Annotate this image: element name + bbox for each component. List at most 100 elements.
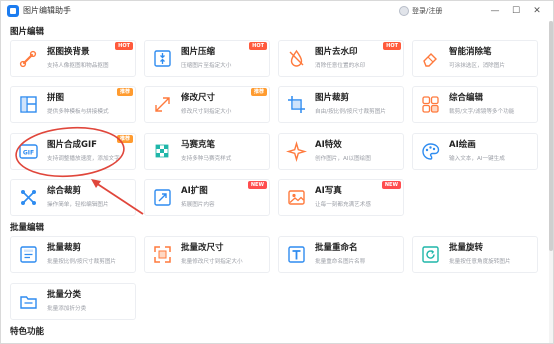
tool-desc: 批量重命名图片名称 [315, 259, 366, 265]
tool-desc: 批量按任意角度旋转图片 [449, 259, 511, 265]
resize-icon [155, 97, 170, 112]
tool-desc: 支持多种马赛克样式 [181, 156, 232, 162]
tool-card-eraser-pen[interactable]: 智能消除笔 可涂抹选区，消除图片 [412, 40, 538, 77]
tool-desc: 批量按比例/按尺寸裁剪图片 [47, 259, 117, 265]
cutout-icon [19, 50, 37, 68]
tool-card-resize[interactable]: 修改尺寸 修改尺寸到指定大小 推荐 [144, 86, 270, 123]
app-title: 图片编辑助手 [23, 6, 71, 15]
svg-text:GIF: GIF [23, 150, 34, 157]
section-title-image-edit: 图片编辑 [10, 27, 45, 37]
tool-name: 批量分类 [47, 290, 82, 300]
tool-card-smart-crop[interactable]: 综合裁剪 操作简单，轻松编辑图片 [10, 179, 136, 216]
mosaic-icon [155, 144, 169, 158]
ai-expand-icon [154, 189, 171, 206]
batch-crop-icon [20, 246, 37, 263]
tool-desc: 可涂抹选区，消除图片 [449, 63, 505, 69]
tool-card-cutout[interactable]: 抠图换背景 支持人像抠图和物品抠图 HOT [10, 40, 136, 77]
tool-card-gif[interactable]: GIF 图片合成GIF 支持调整播放速度，添加文字 推荐 [10, 133, 136, 170]
tool-card-batch-resize[interactable]: 批量改尺寸 批量修改尺寸到指定大小 [144, 236, 270, 273]
tool-desc: 支持调整播放速度，添加文字 [47, 156, 120, 162]
tool-card-collage[interactable]: 拼图 提供多种模板与拼接模式 推荐 [10, 86, 136, 123]
tool-desc: 提供多种模板与拼接模式 [47, 109, 109, 115]
tool-desc: 输入文本，AI一键生成 [449, 156, 505, 162]
tool-name: 拼图 [47, 93, 65, 103]
tool-name: AI特效 [315, 140, 342, 150]
new-badge: NEW [381, 181, 401, 189]
recommend-badge: 推荐 [250, 88, 267, 96]
tool-name: 批量裁剪 [47, 243, 82, 253]
tool-name: AI扩图 [181, 186, 208, 196]
tool-name: 综合编辑 [449, 93, 484, 103]
tool-desc: 压缩图片至指定大小 [181, 63, 232, 69]
smart-crop-icon [21, 190, 36, 205]
watermark-remove-icon [289, 49, 304, 67]
tool-name: 批量旋转 [449, 243, 484, 253]
close-button[interactable]: ✕ [529, 3, 545, 19]
hot-badge: HOT [383, 42, 401, 50]
tool-name: 批量改尺寸 [181, 243, 224, 253]
title-bar: 图片编辑助手 登录/注册 — ☐ ✕ [1, 1, 553, 21]
hot-badge: HOT [115, 42, 133, 50]
tool-name: 图片裁剪 [315, 93, 350, 103]
tool-name: AI写真 [315, 186, 342, 196]
app-window: 图片编辑助手 登录/注册 — ☐ ✕ 图片编辑 批量编辑 特色功能 抠图换背景 … [0, 0, 554, 344]
tool-name: 抠图换背景 [47, 47, 90, 57]
vertical-scrollbar[interactable] [549, 21, 553, 343]
tool-name: 图片压缩 [181, 47, 216, 57]
tool-card-batch-crop[interactable]: 批量裁剪 批量按比例/按尺寸裁剪图片 [10, 236, 136, 273]
tool-card-compress[interactable]: 图片压缩 压缩图片至指定大小 HOT [144, 40, 270, 77]
batch-rotate-icon [422, 246, 439, 263]
scrollbar-thumb[interactable] [549, 21, 553, 251]
edit-suite-icon [422, 96, 439, 113]
tool-desc: 创作图片，AI以图绘图 [315, 156, 371, 162]
tool-name: 智能消除笔 [449, 47, 492, 57]
batch-classify-icon [20, 296, 37, 309]
tool-name: 批量重命名 [315, 243, 358, 253]
tool-desc: 批量修改尺寸到指定大小 [181, 259, 243, 265]
tool-name: 马赛克笔 [181, 140, 216, 150]
crop-icon [288, 96, 305, 113]
tool-card-batch-classify[interactable]: 批量分类 批量添加折分类 [10, 283, 136, 320]
maximize-button[interactable]: ☐ [508, 3, 524, 19]
tool-desc: 拓展图片内容 [181, 202, 215, 208]
ai-paint-icon [422, 143, 440, 160]
tool-card-batch-rename[interactable]: 批量重命名 批量重命名图片名称 [278, 236, 404, 273]
section-title-batch-edit: 批量编辑 [10, 223, 45, 233]
tool-card-batch-rotate[interactable]: 批量旋转 批量按任意角度旋转图片 [412, 236, 538, 273]
collage-icon [20, 96, 37, 113]
recommend-badge: 推荐 [116, 88, 133, 96]
ai-effect-icon [286, 141, 307, 162]
ai-portrait-icon [288, 190, 305, 205]
tool-desc: 操作简单，轻松编辑图片 [47, 202, 109, 208]
tool-card-edit-suite[interactable]: 综合编辑 裁剪/文字/滤镜等多个功能 [412, 86, 538, 123]
tool-card-ai-expand[interactable]: AI扩图 拓展图片内容 NEW [144, 179, 270, 216]
login-register-link[interactable]: 登录/注册 [412, 5, 442, 17]
tool-card-ai-paint[interactable]: AI绘画 输入文本，AI一键生成 [412, 133, 538, 170]
tool-name: 修改尺寸 [181, 93, 216, 103]
gif-icon: GIF [19, 144, 38, 159]
tool-card-ai-effect[interactable]: AI特效 创作图片，AI以图绘图 [278, 133, 404, 170]
section-title-featured: 特色功能 [10, 327, 45, 337]
tool-desc: 自由/按比例/按尺寸裁剪图片 [315, 109, 386, 115]
tool-name: 图片去水印 [315, 47, 358, 57]
tool-name: 综合裁剪 [47, 186, 82, 196]
compress-icon [154, 50, 171, 67]
batch-rename-icon [288, 246, 305, 263]
tool-desc: 让每一刻都充满艺术感 [315, 202, 371, 208]
tool-card-watermark-remove[interactable]: 图片去水印 消除任意位置的水印 HOT [278, 40, 404, 77]
hot-badge: HOT [249, 42, 267, 50]
tool-card-mosaic[interactable]: 马赛克笔 支持多种马赛克样式 [144, 133, 270, 170]
batch-resize-icon [154, 246, 171, 263]
tool-desc: 修改尺寸到指定大小 [181, 109, 232, 115]
main-content: 图片编辑 批量编辑 特色功能 抠图换背景 支持人像抠图和物品抠图 HOT 图片压… [1, 21, 549, 343]
eraser-pen-icon [423, 53, 437, 67]
user-avatar-icon[interactable] [399, 6, 409, 16]
tool-card-crop[interactable]: 图片裁剪 自由/按比例/按尺寸裁剪图片 [278, 86, 404, 123]
new-badge: NEW [247, 181, 267, 189]
minimize-button[interactable]: — [487, 3, 503, 19]
tool-desc: 批量添加折分类 [47, 306, 87, 312]
tool-name: 图片合成GIF [47, 140, 97, 150]
tool-name: AI绘画 [449, 140, 476, 150]
tool-desc: 消除任意位置的水印 [315, 63, 366, 69]
tool-card-ai-portrait[interactable]: AI写真 让每一刻都充满艺术感 NEW [278, 179, 404, 216]
